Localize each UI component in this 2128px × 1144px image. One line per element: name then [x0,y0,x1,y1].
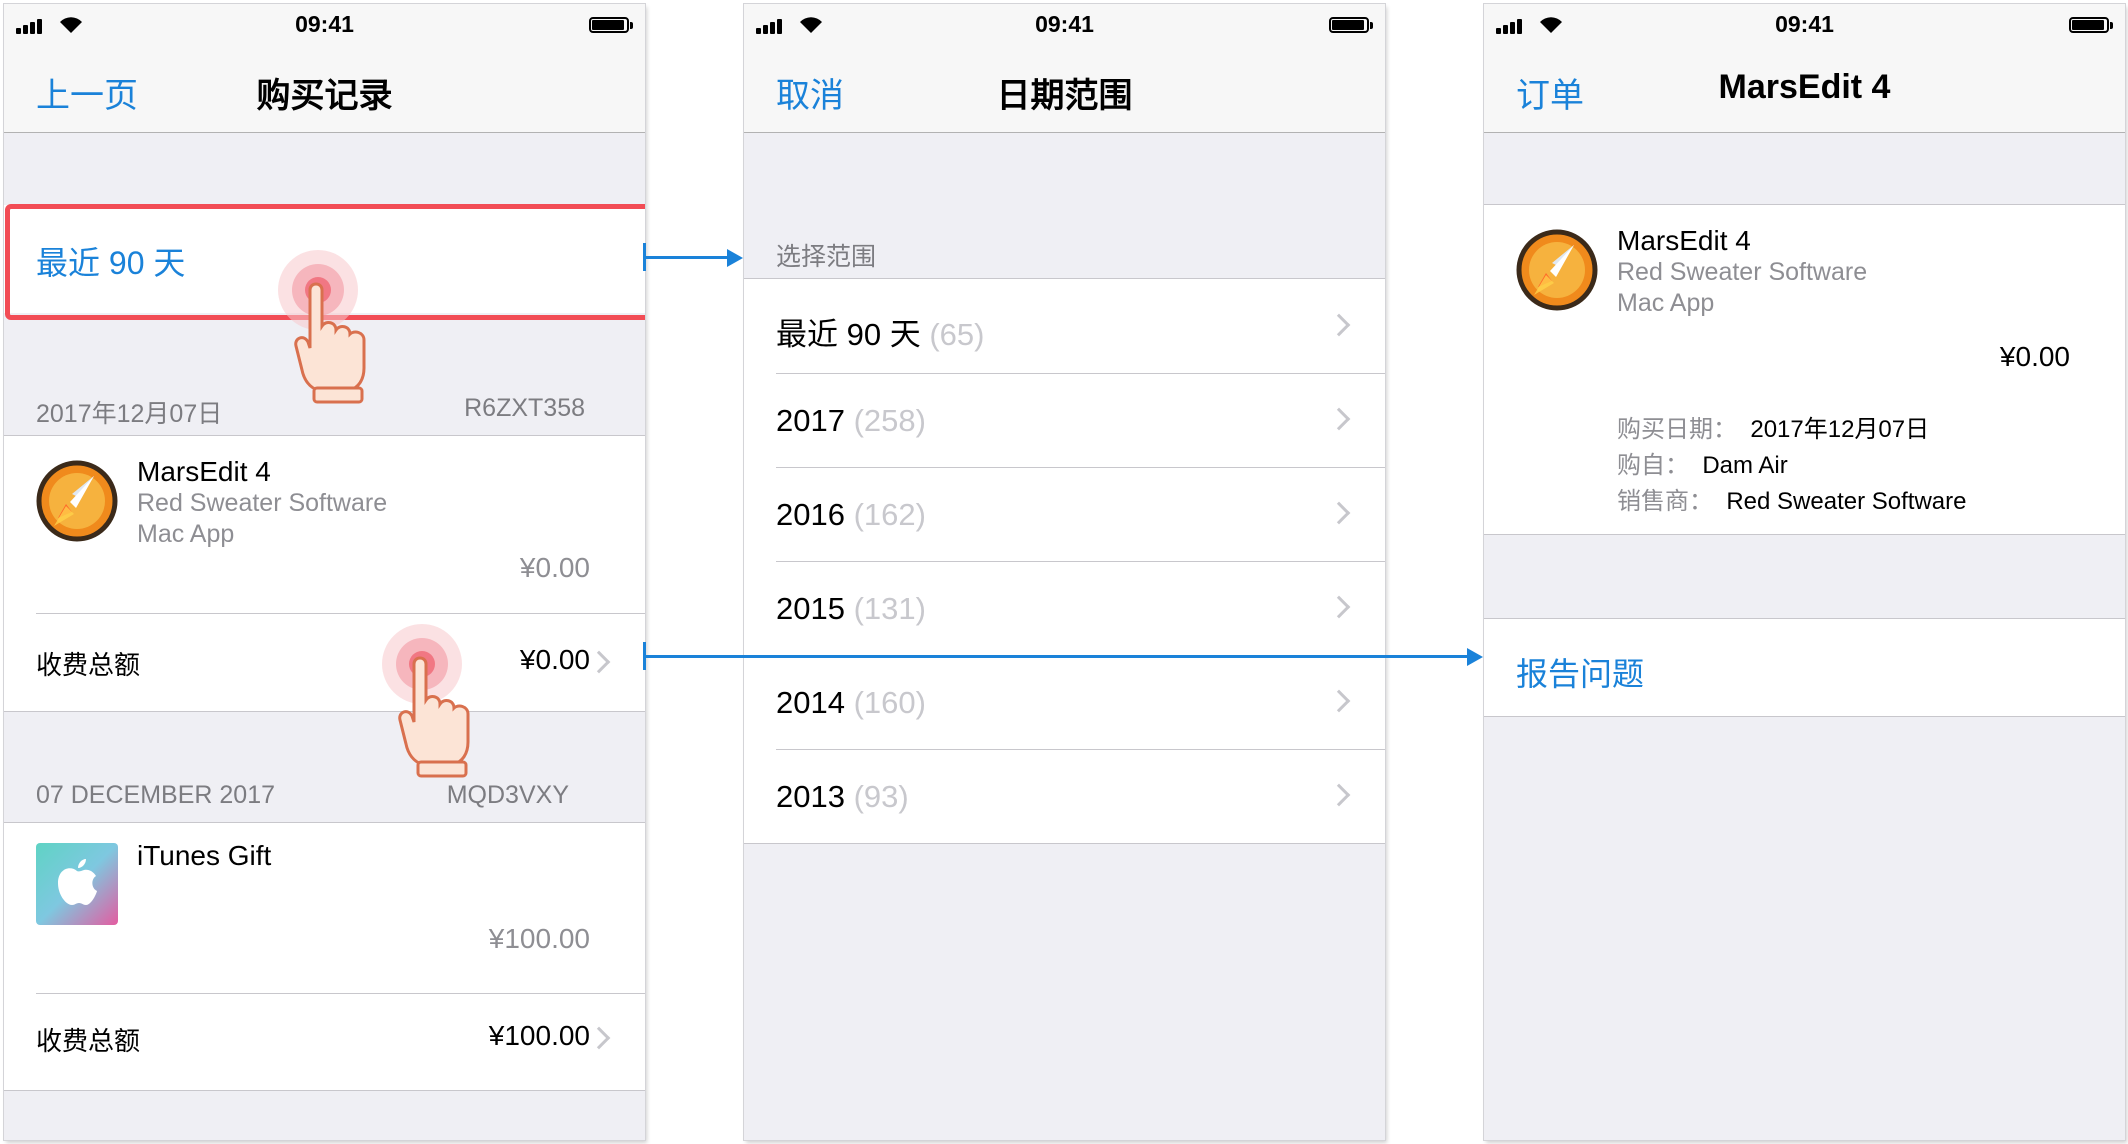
range-count: (160) [853,685,926,720]
page-title: 日期范围 [996,77,1133,115]
itunes-gift-icon [36,843,118,925]
range-count: (162) [853,497,926,532]
detail-label: 购买日期： [1617,416,1737,443]
order-group-2: iTunes Gift ¥100.00 收费总额 ¥100.00 [4,822,645,1091]
app-kind: Mac App [137,520,235,548]
chevron-right-icon [1327,783,1351,807]
order-detail-screen: 09:41 订单 MarsEdit 4 MarsEdit 4 Red Sweat… [1484,4,2125,1140]
app-developer: Red Sweater Software [1617,258,1868,286]
marsedit-app-icon [1516,229,1598,311]
range-row-2015[interactable]: 2015 (131) [744,561,1385,655]
status-bar: 09:41 [4,4,645,44]
range-count: (93) [853,779,909,814]
status-time: 09:41 [1775,11,1834,37]
range-count: (131) [853,591,926,626]
chevron-right-icon [1327,595,1351,619]
range-label: 2015 [776,591,845,626]
purchased-from-value: Dam Air [1702,452,1788,479]
total-value: ¥100.00 [488,1020,590,1051]
item-price: ¥100.00 [488,923,590,954]
chevron-right-icon [1327,313,1351,337]
total-label: 收费总额 [36,1026,141,1056]
navigation-bar: 订单 MarsEdit 4 [1484,44,2125,133]
order-date-header: 2017年12月07日 [36,400,223,428]
detail-label: 销售商： [1617,488,1713,515]
date-range-screen: 09:41 取消 日期范围 选择范围 最近 90 天 (65) 2017 (25… [744,4,1385,1140]
range-label: 2013 [776,779,845,814]
chevron-right-icon [1327,689,1351,713]
flow-arrow [643,256,729,259]
total-row[interactable]: 收费总额 ¥0.00 [4,614,645,710]
navigation-bar: 上一页 购买记录 [4,44,645,133]
range-label: 最近 90 天 [776,317,921,352]
status-bar: 09:41 [744,4,1385,44]
chevron-right-icon [1327,407,1351,431]
status-time: 09:41 [295,11,354,37]
app-kind: Mac App [1617,289,1715,317]
section-header: 选择范围 [776,243,877,271]
report-problem-link: 报告问题 [1516,656,1645,692]
app-name: MarsEdit 4 [137,456,271,487]
app-name: MarsEdit 4 [1617,225,1751,256]
status-bar: 09:41 [1484,4,2125,44]
range-row-2013[interactable]: 2013 (93) [744,749,1385,843]
app-name: iTunes Gift [137,840,272,871]
battery-icon [589,17,635,35]
order-group-1: MarsEdit 4 Red Sweater Software Mac App … [4,435,645,712]
range-label: 2017 [776,403,845,438]
tap-gesture-icon [278,250,366,404]
app-developer: Red Sweater Software [137,489,388,517]
total-value: ¥0.00 [519,644,590,675]
chevron-right-icon [1327,501,1351,525]
order-detail-card: MarsEdit 4 Red Sweater Software Mac App … [1484,204,2125,535]
range-label: 2014 [776,685,845,720]
range-count: (65) [929,317,985,352]
order-date-header: 07 DECEMBER 2017 [36,781,276,809]
page-title: 购买记录 [256,77,393,115]
navigation-bar: 取消 日期范围 [744,44,1385,133]
battery-icon [1329,17,1375,35]
flow-arrow [643,655,1469,658]
order-id-header: MQD3VXY [446,781,569,809]
marsedit-app-icon [36,460,118,542]
battery-icon [2069,17,2115,35]
chevron-right-icon [587,650,611,674]
arrow-head-icon [727,249,743,267]
range-row-2014[interactable]: 2014 (160) [744,655,1385,749]
range-count: (258) [853,403,926,438]
status-time: 09:41 [1035,11,1094,37]
range-row-2017[interactable]: 2017 (258) [744,373,1385,467]
item-price: ¥0.00 [519,552,590,583]
detail-label: 购自： [1617,452,1689,479]
seller-value: Red Sweater Software [1726,488,1967,515]
purchase-date-value: 2017年12月07日 [1750,416,1930,443]
report-problem-row[interactable]: 报告问题 [1484,618,2125,717]
arrow-head-icon [1467,648,1483,666]
total-row[interactable]: 收费总额 ¥100.00 [4,994,645,1090]
page-title: MarsEdit 4 [1718,68,1891,106]
purchase-history-screen: 09:41 上一页 购买记录 最近 90 天 2017年12月07日 R6ZXT… [4,4,645,1140]
item-price: ¥0.00 [1999,341,2070,372]
tap-gesture-icon [382,624,470,778]
order-id-header: R6ZXT358 [464,394,585,422]
range-label: 2016 [776,497,845,532]
total-label: 收费总额 [36,650,141,680]
chevron-right-icon [587,1026,611,1050]
range-row-2016[interactable]: 2016 (162) [744,467,1385,561]
range-row-recent-90-days[interactable]: 最近 90 天 (65) [744,279,1385,373]
range-list: 最近 90 天 (65) 2017 (258) 2016 (162) 2015 … [744,278,1385,844]
